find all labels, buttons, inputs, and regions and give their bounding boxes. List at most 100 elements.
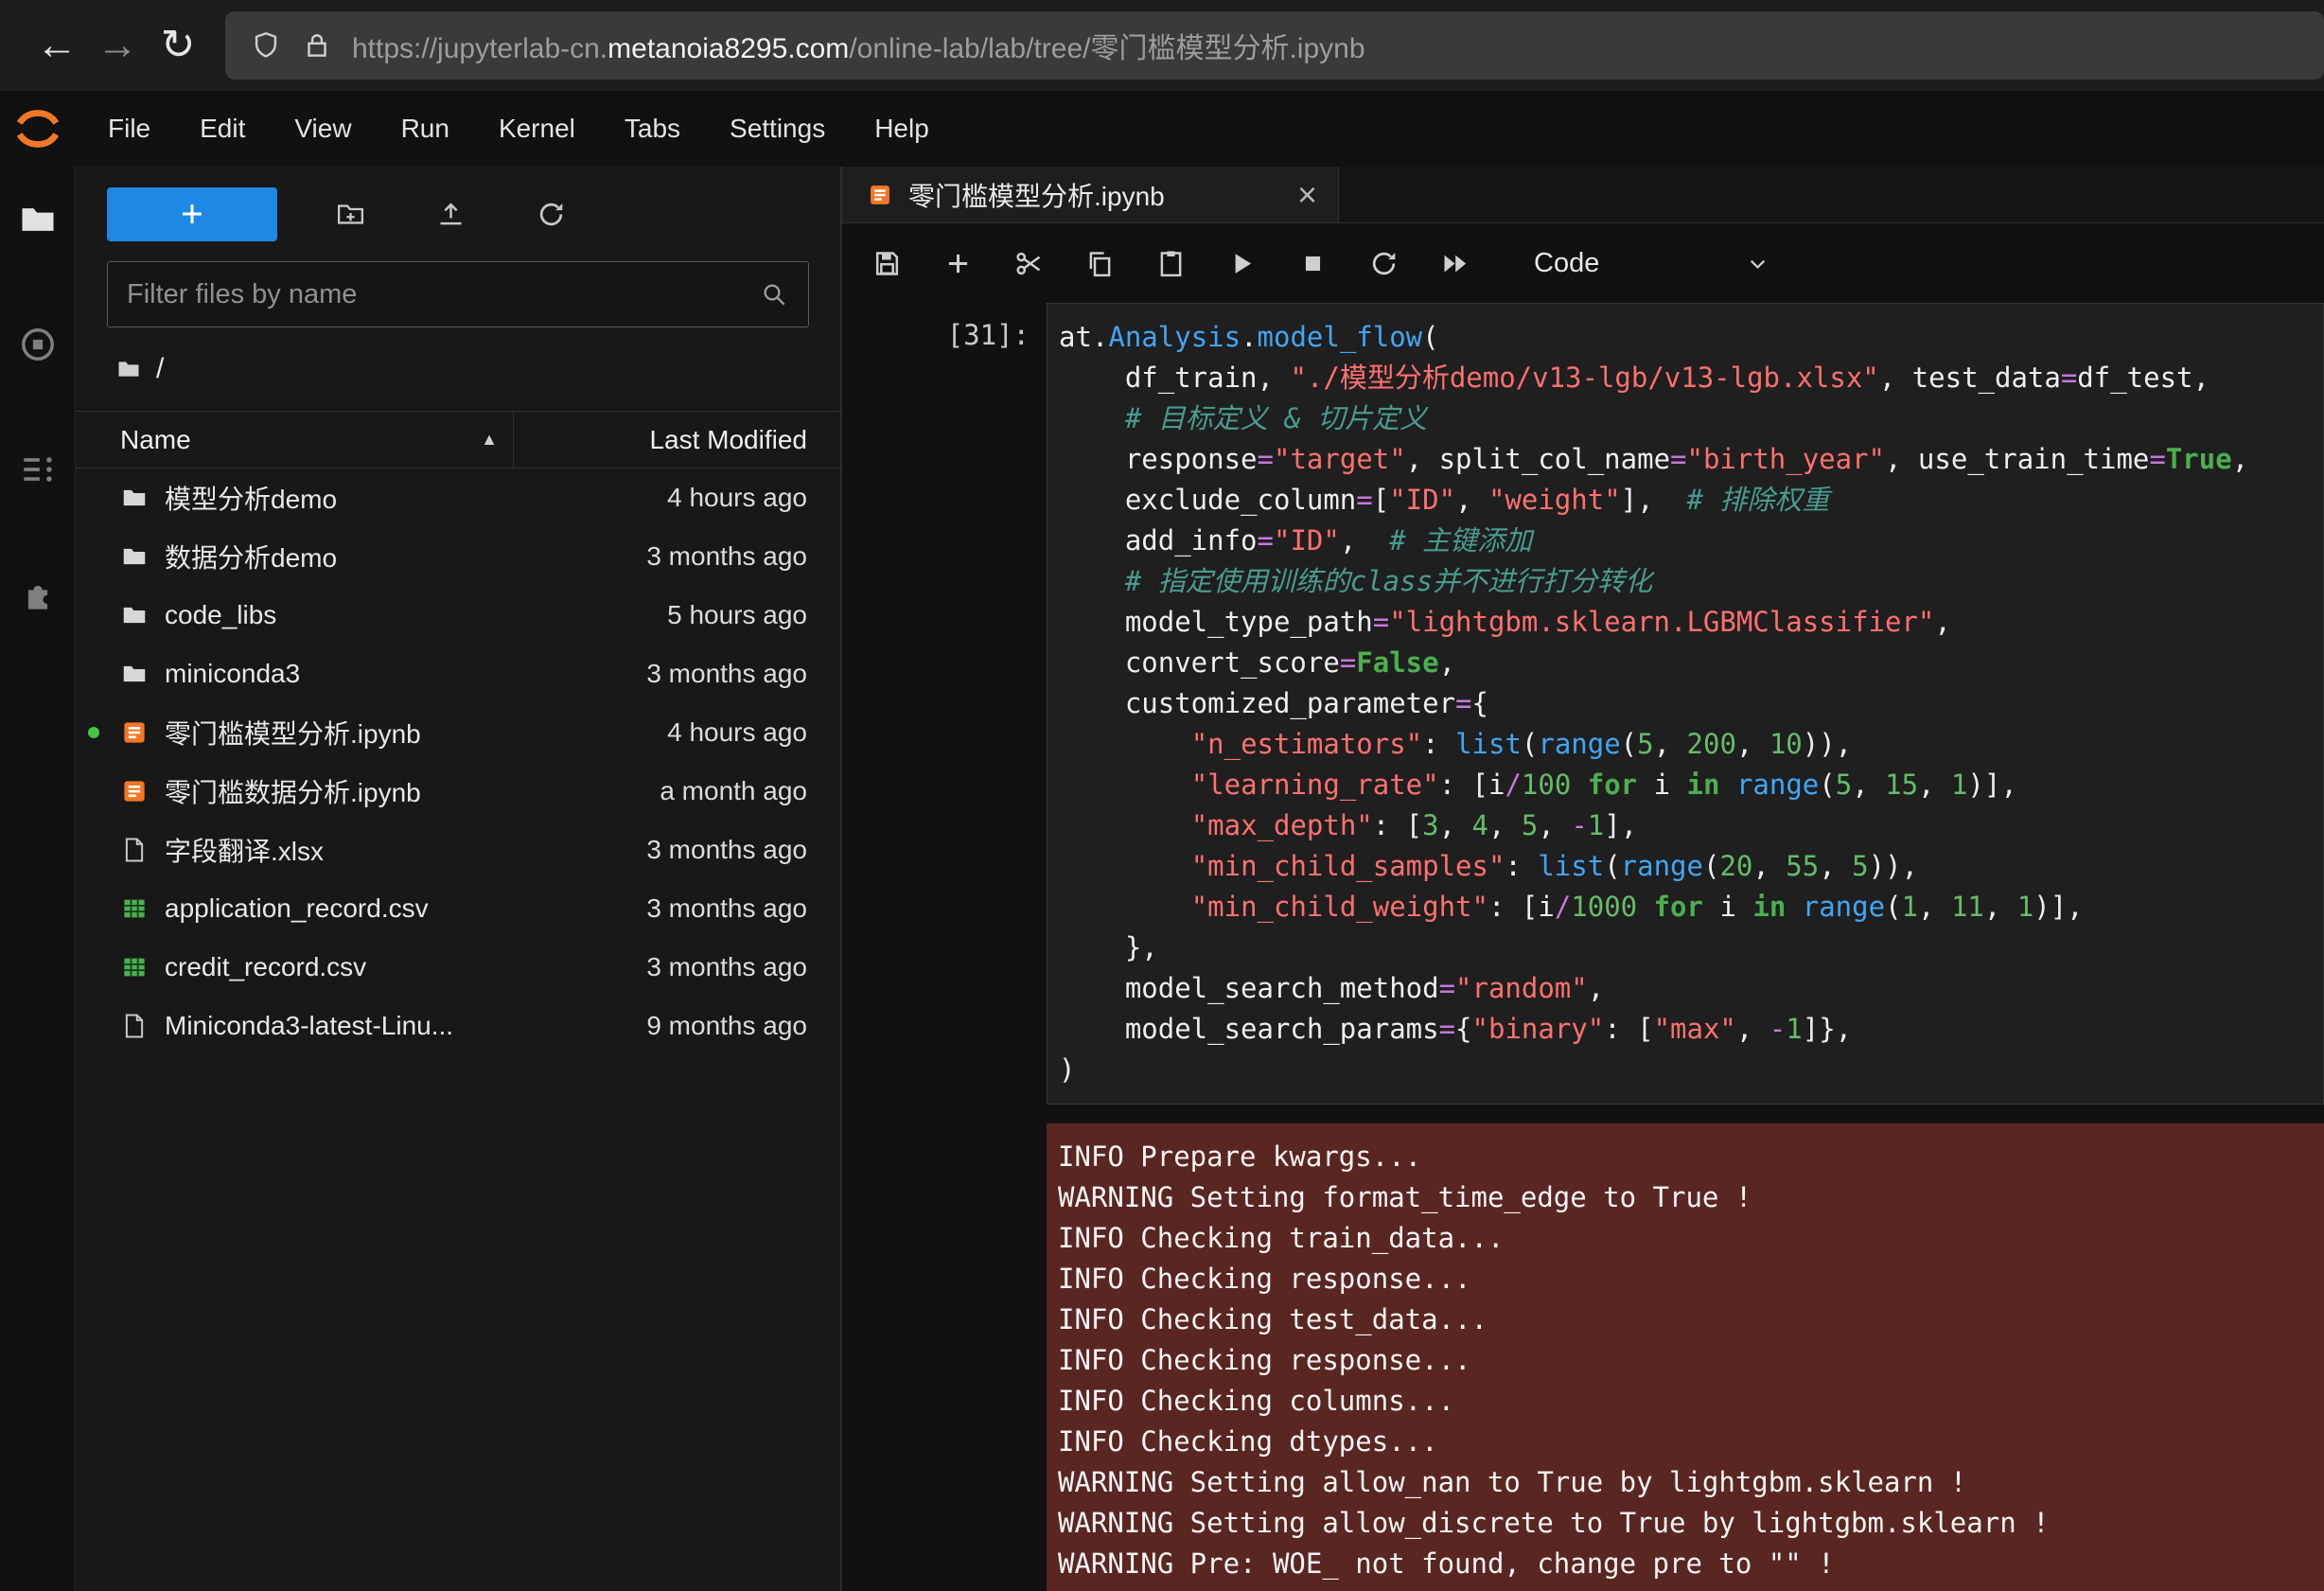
home-folder-icon[interactable] [115, 356, 142, 382]
activity-bar [0, 167, 76, 1591]
menu-item-kernel[interactable]: Kernel [474, 114, 600, 144]
activity-file-browser-icon[interactable] [17, 199, 59, 240]
code-editor[interactable]: at.Analysis.model_flow( df_train, "./模型分… [1047, 303, 2324, 1105]
folder-icon [120, 542, 149, 571]
plus-icon [177, 199, 207, 229]
filter-files-input[interactable] [127, 279, 759, 310]
shield-icon[interactable] [250, 29, 282, 62]
activity-extensions-icon[interactable] [17, 574, 59, 615]
file-row[interactable]: 模型分析demo4 hours ago [76, 468, 840, 527]
file-browser-toolbar [76, 167, 840, 261]
menu-item-run[interactable]: Run [377, 114, 474, 144]
file-row[interactable]: application_record.csv3 months ago [76, 879, 840, 938]
code-line: "n_estimators": list(range(5, 200, 10)), [1059, 724, 2323, 765]
browser-reload-button[interactable]: ↻ [148, 0, 208, 91]
file-modified: 9 months ago [646, 1011, 840, 1041]
browser-address-bar[interactable]: https://jupyterlab-cn.metanoia8295.com/o… [225, 11, 2324, 80]
file-list: 模型分析demo4 hours ago 数据分析demo 3 months ago c… [76, 468, 840, 1591]
restart-run-all-icon [1439, 248, 1470, 279]
file-icon [120, 1012, 149, 1040]
breadcrumb-root[interactable]: / [156, 353, 164, 385]
tab-title: 零门槛模型分析.ipynb [908, 176, 1165, 214]
cell-type-dropdown[interactable]: Code [1534, 248, 1770, 279]
file-modified: 4 hours ago [667, 717, 840, 748]
output-line: INFO Checking test_data... [1058, 1299, 2324, 1340]
cell-gap [842, 1105, 2324, 1123]
code-line: # 指定使用训练的class并不进行打分转化 [1059, 561, 2323, 602]
run-cell-button[interactable] [1212, 237, 1271, 290]
notebook-icon [120, 777, 149, 805]
output-line: INFO Checking response... [1058, 1259, 2324, 1299]
file-row[interactable]: Miniconda3-latest-Linu...9 months ago [76, 997, 840, 1055]
copy-cells-button[interactable] [1070, 237, 1129, 290]
output-line: INFO Checking columns... [1058, 1381, 2324, 1422]
csv-icon [120, 953, 149, 981]
menu-item-settings[interactable]: Settings [705, 114, 850, 144]
notebook-toolbar: Code [842, 223, 2324, 303]
insert-cell-button[interactable] [928, 237, 987, 290]
file-row[interactable]: code_libs 5 hours ago [76, 586, 840, 645]
file-row[interactable]: miniconda33 months ago [76, 645, 840, 703]
column-header-name[interactable]: Name ▲ [76, 412, 513, 468]
jupyterlab-window: ← → ↻ https://jupyterlab-cn.metanoia8295… [0, 0, 2324, 1591]
save-button[interactable] [857, 237, 916, 290]
code-line: "min_child_weight": [i/1000 for i in ran… [1059, 887, 2323, 928]
output-area: INFO Prepare kwargs...WARNING Setting fo… [842, 1123, 2324, 1591]
lock-icon[interactable] [301, 29, 333, 62]
output-line: INFO Checking response... [1058, 1340, 2324, 1381]
column-header-modified[interactable]: Last Modified [514, 412, 840, 468]
folder-icon [120, 484, 149, 512]
menu-bar: FileEditViewRunKernelTabsSettingsHelp [0, 91, 2324, 167]
restart-run-all-button[interactable] [1425, 237, 1484, 290]
menu-item-file[interactable]: File [83, 114, 175, 144]
notebook-content: [31]: at.Analysis.model_flow( df_train, … [842, 303, 2324, 1591]
code-line: model_search_method="random", [1059, 968, 2323, 1009]
file-row[interactable]: 零门槛数据分析.ipynba month ago [76, 762, 840, 821]
copy-icon [1084, 248, 1116, 279]
code-line: exclude_column=["ID", "weight"], # 排除权重 [1059, 480, 2323, 521]
activity-table-of-contents-icon[interactable] [17, 449, 59, 490]
file-row[interactable]: credit_record.csv3 months ago [76, 938, 840, 997]
notebook-tab[interactable]: 零门槛模型分析.ipynb × [842, 167, 1339, 222]
url-text: https://jupyterlab-cn.metanoia8295.com/o… [352, 25, 1365, 66]
restart-kernel-button[interactable] [1354, 237, 1413, 290]
menu-item-tabs[interactable]: Tabs [600, 114, 705, 144]
file-modified: 3 months ago [646, 541, 840, 572]
menu-item-view[interactable]: View [270, 114, 376, 144]
file-row[interactable]: 数据分析demo 3 months ago [76, 527, 840, 586]
workspace: / Name ▲ Last Modified 模型分析demo4 hours a… [0, 167, 2324, 1591]
filter-files-box [107, 261, 809, 327]
browser-forward-button[interactable]: → [87, 0, 148, 91]
new-launcher-button[interactable] [107, 187, 277, 241]
file-name: miniconda3 [165, 659, 300, 689]
code-line: add_info="ID", # 主键添加 [1059, 521, 2323, 561]
output-line: INFO Checking train_data... [1058, 1218, 2324, 1259]
file-row[interactable]: 字段翻译.xlsx3 months ago [76, 821, 840, 879]
refresh-file-list-button[interactable] [523, 186, 578, 241]
restart-icon [1368, 248, 1400, 279]
interrupt-kernel-button[interactable] [1283, 237, 1342, 290]
menu-item-help[interactable]: Help [850, 114, 954, 144]
close-icon[interactable]: × [1297, 178, 1317, 212]
file-name: credit_record.csv [165, 952, 366, 982]
paste-icon [1155, 248, 1187, 279]
browser-back-button[interactable]: ← [26, 0, 87, 91]
code-line: at.Analysis.model_flow( [1059, 317, 2323, 358]
activity-running-kernels-icon[interactable] [17, 324, 59, 365]
cut-cells-button[interactable] [999, 237, 1058, 290]
code-line: "min_child_samples": list(range(20, 55, … [1059, 846, 2323, 887]
file-modified: a month ago [660, 776, 840, 806]
file-name: 字段翻译.xlsx [165, 831, 324, 869]
menu-item-edit[interactable]: Edit [175, 114, 270, 144]
main-panel: 零门槛模型分析.ipynb × [842, 167, 2324, 1591]
execution-prompt: [31]: [842, 303, 1047, 1105]
notebook-icon [867, 182, 893, 208]
paste-cells-button[interactable] [1141, 237, 1200, 290]
new-folder-button[interactable] [323, 186, 378, 241]
file-name: code_libs [165, 600, 276, 630]
upload-button[interactable] [423, 186, 478, 241]
file-name: 数据分析demo [165, 538, 337, 575]
code-line: model_search_params={"binary": ["max", -… [1059, 1009, 2323, 1050]
file-modified: 5 hours ago [667, 600, 840, 630]
file-row[interactable]: 零门槛模型分析.ipynb4 hours ago [76, 703, 840, 762]
